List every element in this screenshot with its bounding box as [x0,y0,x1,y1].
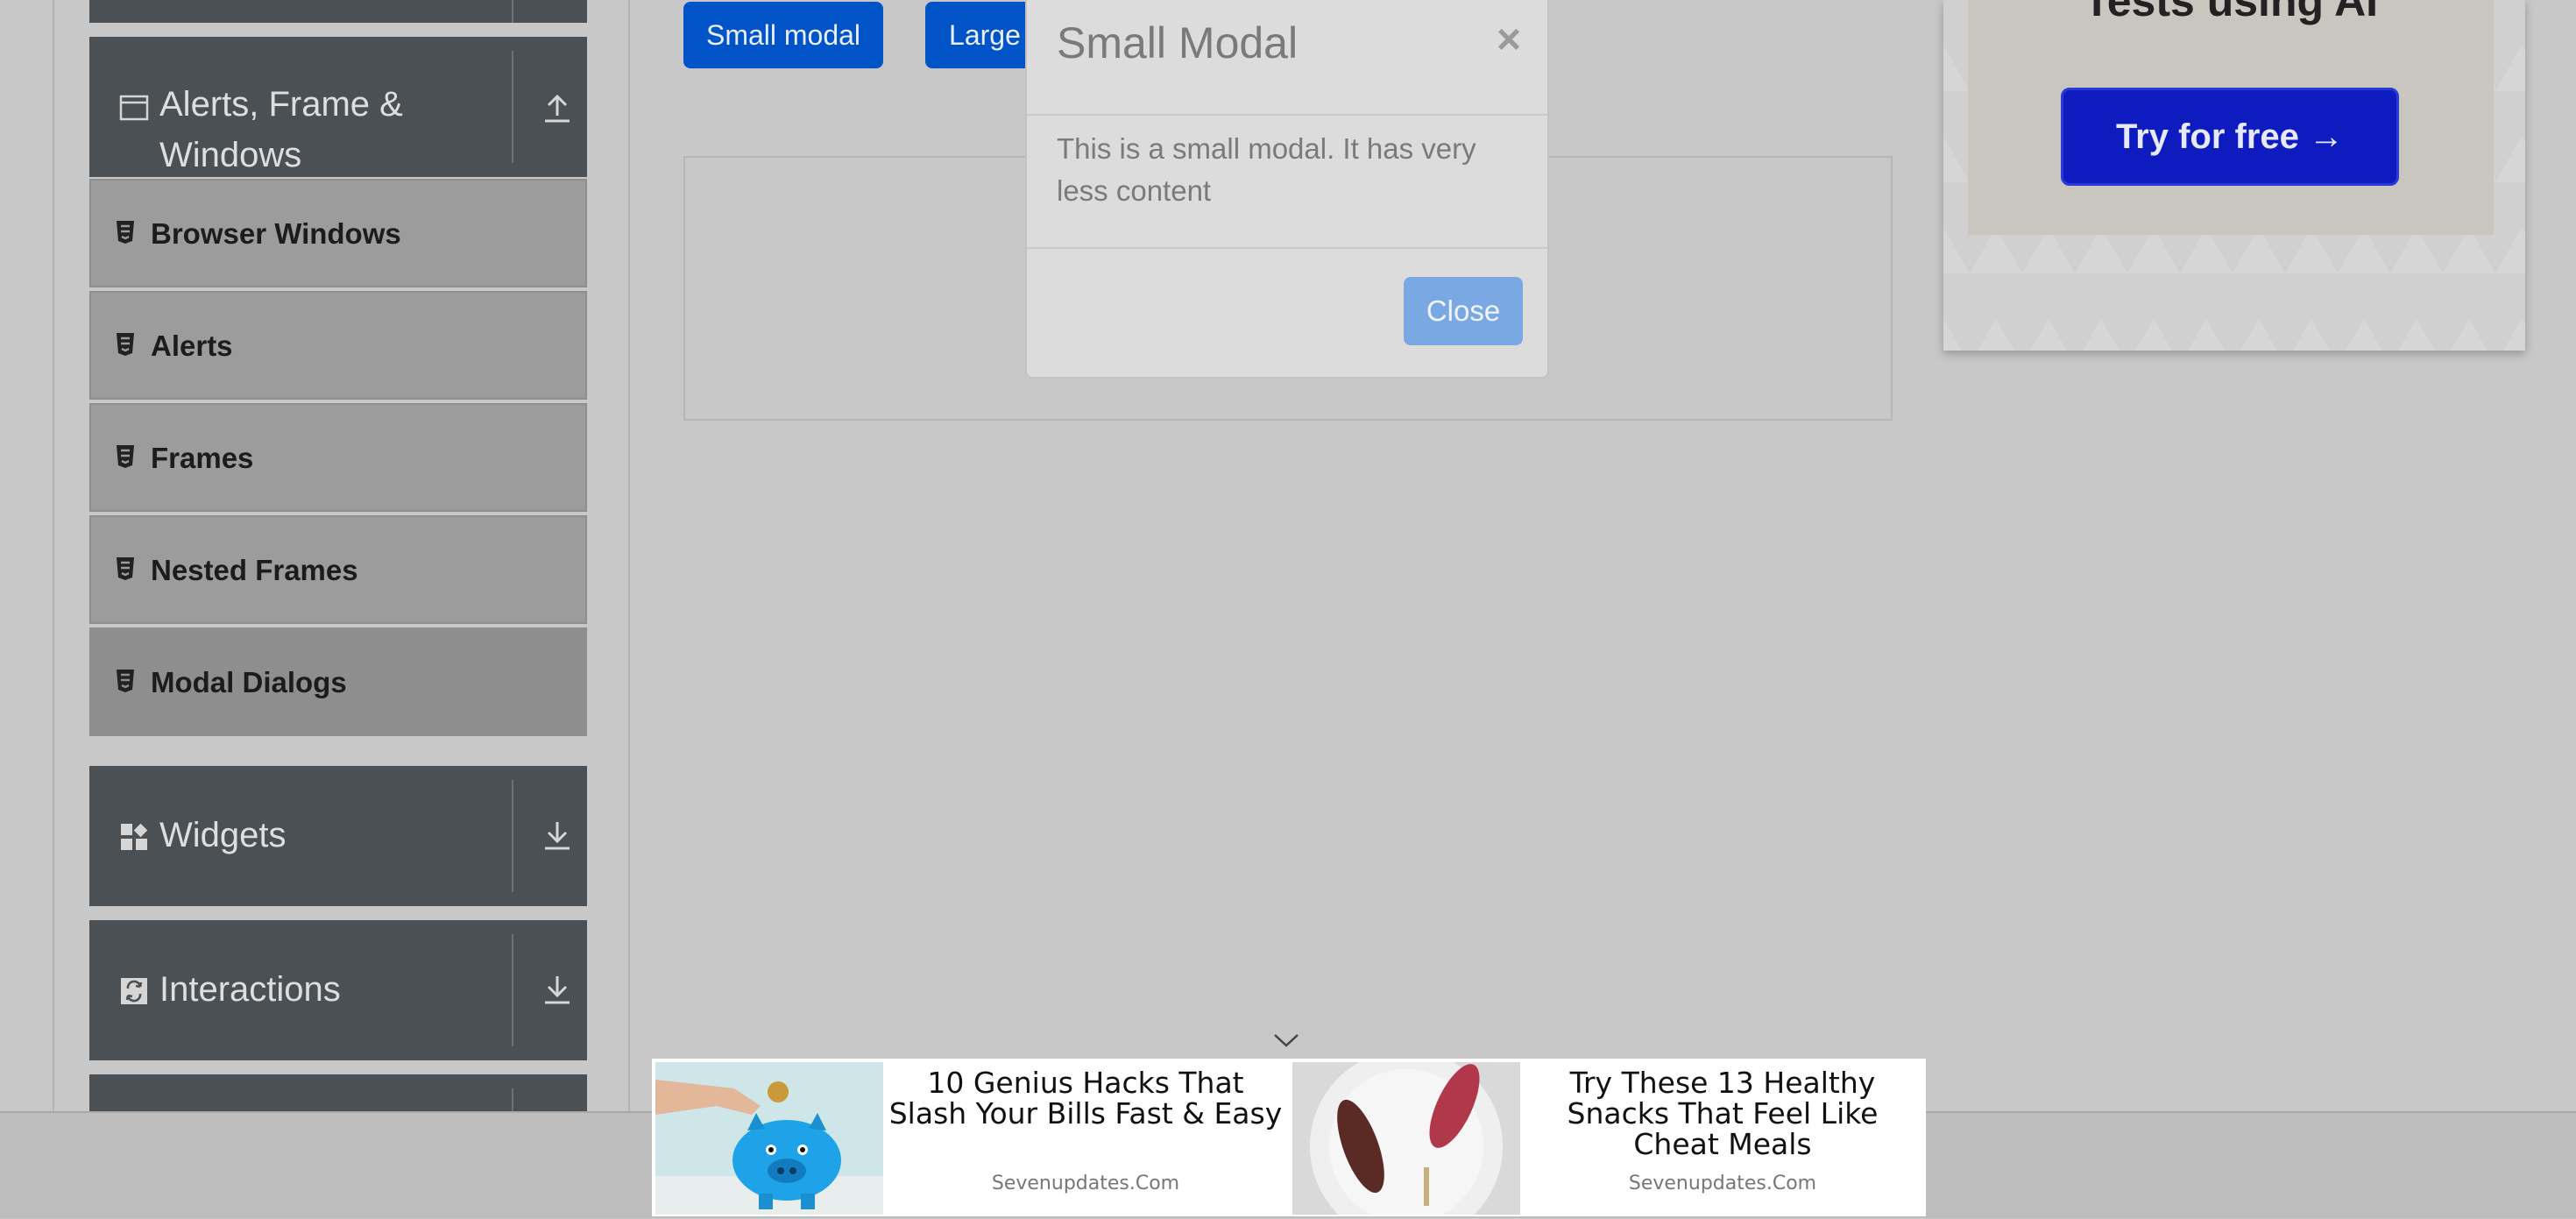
piggy-bank-image [655,1062,883,1215]
sidebar-item-label: Nested Frames [151,554,358,586]
html5-icon [116,556,135,581]
sidebar-group-widgets[interactable]: Widgets [89,766,587,906]
widgets-icon [119,822,149,852]
sidebar-divider [53,0,54,1111]
sidebar-item-label: Frames [151,442,254,474]
html5-icon [116,669,135,693]
sidebar-item-alerts[interactable]: Alerts [89,291,587,400]
sidebar-item-modal-dialogs[interactable]: Modal Dialogs [89,627,587,736]
window-icon [119,93,149,123]
small-modal-dialog: Small Modal × This is a small modal. It … [1025,0,1549,379]
close-icon[interactable]: × [1497,16,1521,64]
small-modal-button[interactable]: Small modal [683,2,883,68]
group-separator [512,934,513,1046]
expand-download-icon[interactable] [540,973,575,1008]
modal-footer-divider [1027,247,1547,249]
interactions-icon [119,976,149,1006]
sidebar-item-browser-windows[interactable]: Browser Windows [89,179,587,287]
ad-card: Tests using AI Try for free → [1968,0,2494,235]
group-separator [512,51,513,163]
ad-tile[interactable]: 10 Genius Hacks That Slash Your Bills Fa… [652,1059,1289,1216]
try-for-free-button[interactable]: Try for free → [2061,88,2399,186]
chocolate-snack-image [1292,1050,1520,1219]
sidebar-item-label: Alerts [151,330,233,362]
sidebar-group-alerts-frame-windows[interactable]: Alerts, Frame & Windows [89,37,587,177]
chevron-down-icon[interactable] [1272,1031,1300,1050]
content-divider [628,0,630,1111]
group-separator [512,0,513,23]
expand-download-icon[interactable] [540,819,575,854]
ad-source: Sevenupdates.Com [991,1173,1180,1194]
html5-icon [116,220,135,245]
sidebar-item-frames[interactable]: Frames [89,403,587,512]
bottom-ad-strip: 10 Genius Hacks That Slash Your Bills Fa… [652,1050,1926,1219]
sidebar-group-elements[interactable] [89,0,587,23]
modal-title: Small Modal [1057,18,1299,67]
group-title: Widgets [159,816,287,854]
sidebar-item-label: Modal Dialogs [151,666,347,698]
sidebar-group-next[interactable] [89,1074,587,1111]
group-separator [512,1088,513,1111]
ad-banner-right[interactable]: Tests using AI Try for free → [1943,0,2525,351]
html5-icon [116,444,135,469]
ad-headline: 10 Genius Hacks That Slash Your Bills Fa… [888,1066,1283,1130]
group-title: Alerts, Frame & Windows [159,85,403,174]
close-button[interactable]: Close [1404,277,1523,345]
ad-headline: Try These 13 Healthy Snacks That Feel Li… [1567,1066,1879,1161]
ad-source: Sevenupdates.Com [1628,1173,1817,1194]
collapse-upload-icon[interactable] [540,91,575,126]
sidebar-group-interactions[interactable]: Interactions [89,920,587,1060]
ad-tile[interactable]: Try These 13 Healthy Snacks That Feel Li… [1289,1050,1926,1219]
sidebar-item-nested-frames[interactable]: Nested Frames [89,515,587,624]
modal-body: This is a small modal. It has very less … [1057,132,1476,207]
html5-icon [116,332,135,357]
ad-heading: Tests using AI [2083,0,2379,25]
group-separator [512,780,513,892]
sidebar-item-label: Browser Windows [151,217,401,250]
modal-header: Small Modal × [1027,0,1547,116]
group-title: Interactions [159,970,341,1009]
